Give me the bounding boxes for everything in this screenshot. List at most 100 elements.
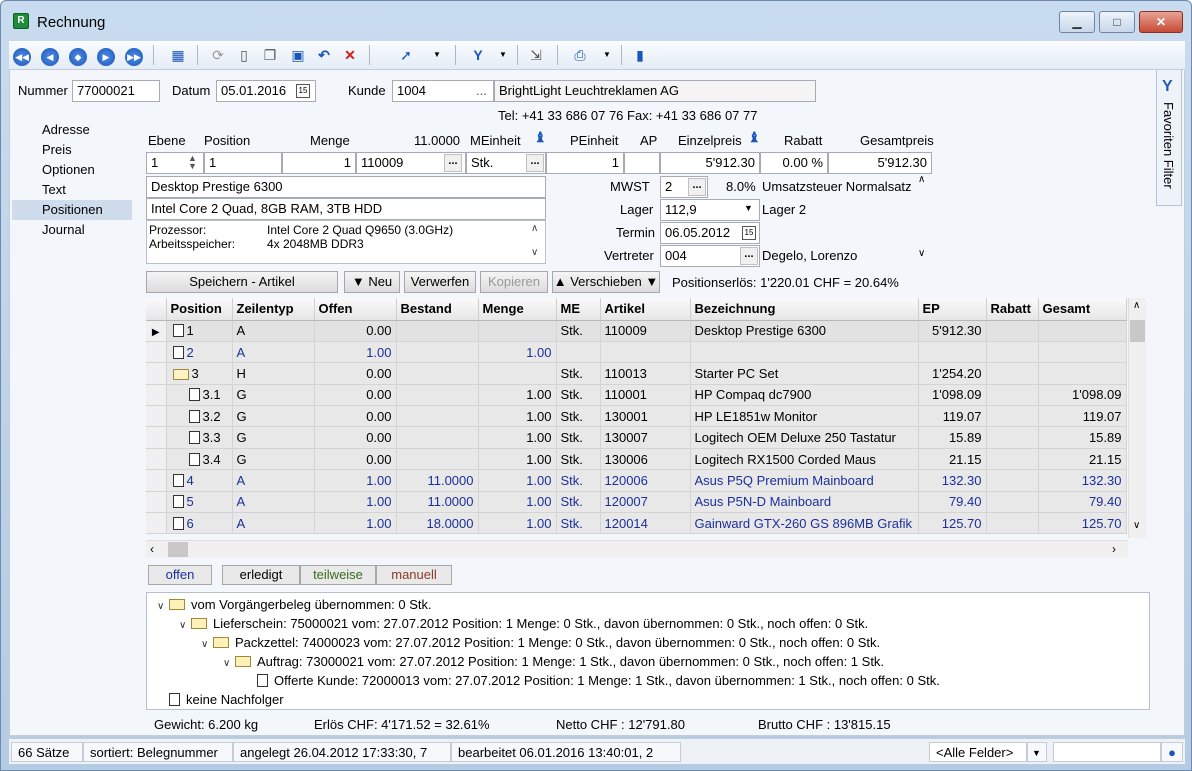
cell-me[interactable]: Stk. [556, 405, 601, 428]
col-position-header[interactable]: Position [166, 298, 233, 321]
artikel-lookup-button[interactable]: ... [444, 154, 462, 172]
cell-bezeichnung[interactable]: Gainward GTX-260 GS 896MB Grafik [690, 512, 919, 535]
table-row[interactable]: 3.2 G 0.00 1.00 Stk. 130001 HP LE1851w Monitor… [146, 405, 1127, 428]
search-input[interactable] [1053, 742, 1161, 762]
cell-zeilentyp[interactable]: G [232, 426, 315, 449]
cell-bezeichnung[interactable]: HP Compaq dc7900 [690, 384, 919, 407]
sidebar-item-adresse[interactable]: Adresse [12, 120, 132, 140]
previous-page-icon[interactable]: ◆ [67, 44, 89, 66]
cell-offen[interactable]: 0.00 [314, 384, 397, 407]
cell-bezeichnung[interactable]: Logitech OEM Deluxe 250 Tastatur [690, 426, 919, 449]
gesamtpreis-field[interactable]: 5'912.30 [828, 152, 932, 174]
cell-position[interactable]: 3.4 [166, 448, 233, 471]
cell-rabatt[interactable] [986, 491, 1039, 514]
cell-ep[interactable]: 1'098.09 [918, 384, 987, 407]
tab-manuell[interactable]: manuell [376, 565, 452, 585]
cell-me[interactable]: Stk. [556, 362, 601, 385]
cell-me[interactable]: Stk. [556, 320, 601, 342]
cell-position[interactable]: 6 [166, 512, 233, 535]
scroll-down-icon[interactable]: ∨ [1133, 520, 1140, 531]
cell-menge[interactable]: 1.00 [478, 384, 557, 407]
vertreter-lookup-button[interactable]: ... [740, 247, 758, 265]
cell-bestand[interactable] [396, 362, 479, 385]
grid-horizontal-scrollbar[interactable]: ‹ › [146, 540, 1128, 558]
expand-toggle-icon[interactable]: ∨ [179, 620, 191, 631]
row-selector[interactable] [146, 341, 167, 364]
specs-textarea[interactable]: Prozessor: Intel Core 2 Quad Q9650 (3.0G… [146, 220, 546, 264]
cell-offen[interactable]: 0.00 [314, 362, 397, 385]
cell-menge[interactable] [478, 320, 557, 342]
cell-rabatt[interactable] [986, 426, 1039, 449]
cell-artikel[interactable]: 130006 [600, 448, 691, 471]
tree-node[interactable]: Offerte Kunde: 72000013 vom: 27.07.2012 … [245, 673, 940, 688]
cell-rabatt[interactable] [986, 341, 1039, 364]
cell-ep[interactable] [918, 341, 987, 364]
scroll-up-icon[interactable]: ∧ [531, 223, 538, 234]
cell-bezeichnung[interactable]: Asus P5N-D Mainboard [690, 491, 919, 514]
tree-node[interactable]: ∨ Packzettel: 74000023 vom: 27.07.2012 Po… [201, 635, 880, 650]
chevron-down-icon[interactable]: ▼ [603, 44, 613, 66]
cell-me[interactable]: Stk. [556, 469, 601, 492]
save-icon[interactable]: ▣ [287, 44, 309, 66]
cell-rabatt[interactable] [986, 384, 1039, 407]
cell-position[interactable]: 3 [166, 362, 233, 385]
cell-rabatt[interactable] [986, 448, 1039, 471]
new-document-icon[interactable]: ▯ [233, 44, 255, 66]
tab-offen[interactable]: offen [148, 565, 212, 585]
cell-rabatt[interactable] [986, 405, 1039, 428]
cell-offen[interactable]: 0.00 [314, 448, 397, 471]
row-selector[interactable] [146, 405, 167, 428]
expand-toggle-icon[interactable]: ∨ [157, 601, 169, 612]
cell-menge[interactable]: 1.00 [478, 448, 557, 471]
cell-me[interactable]: Stk. [556, 491, 601, 514]
info-icon[interactable]: ♝ [748, 129, 761, 146]
field-filter-select[interactable]: <Alle Felder> [929, 742, 1027, 762]
previous-record-icon[interactable]: ◀ [39, 44, 61, 66]
cell-offen[interactable]: 0.00 [314, 426, 397, 449]
col-bestand-header[interactable]: Bestand [396, 298, 479, 321]
cell-rabatt[interactable] [986, 320, 1039, 342]
cell-position[interactable]: 1 [166, 320, 233, 342]
last-record-icon[interactable]: ▶▶ [123, 44, 145, 66]
cell-artikel[interactable]: 130007 [600, 426, 691, 449]
col-menge-header[interactable]: Menge [478, 298, 557, 321]
tab-teilweise[interactable]: teilweise [300, 565, 376, 585]
expand-toggle-icon[interactable]: ∨ [201, 639, 213, 650]
cell-offen[interactable]: 1.00 [314, 469, 397, 492]
ap-field[interactable] [624, 152, 660, 174]
table-row[interactable]: 4 A 1.00 11.0000 1.00 Stk. 120006 Asus P5Q Prem… [146, 469, 1127, 492]
refresh-icon[interactable]: ⟳ [207, 44, 229, 66]
sidebar-item-text[interactable]: Text [12, 180, 132, 200]
row-selector[interactable] [146, 426, 167, 449]
book-icon[interactable]: ▮ [629, 44, 651, 66]
col-offen-header[interactable]: Offen [314, 298, 397, 321]
grid-vertical-scrollbar[interactable]: ∧ ∨ [1128, 298, 1146, 538]
col-bezeichnung-header[interactable]: Bezeichnung [690, 298, 919, 321]
cell-position[interactable]: 2 [166, 341, 233, 364]
cell-ep[interactable]: 119.07 [918, 405, 987, 428]
cell-artikel[interactable]: 110009 [600, 320, 691, 342]
new-button[interactable]: ▼ Neu [344, 271, 400, 293]
cell-menge[interactable]: 1.00 [478, 512, 557, 535]
cell-gesamt[interactable]: 132.30 [1038, 469, 1127, 492]
cell-bestand[interactable] [396, 320, 479, 342]
cell-artikel[interactable]: 120014 [600, 512, 691, 535]
cell-gesamt[interactable]: 1'098.09 [1038, 384, 1127, 407]
undo-icon[interactable]: ↶ [313, 44, 335, 66]
cell-gesamt[interactable]: 79.40 [1038, 491, 1127, 514]
favorites-filter-tab[interactable]: Y Favoriten Filter [1156, 70, 1182, 206]
minimize-button[interactable]: ▁ [1059, 11, 1095, 33]
row-selector[interactable] [146, 384, 167, 407]
cell-bezeichnung[interactable] [690, 341, 919, 364]
cell-zeilentyp[interactable]: G [232, 448, 315, 471]
cell-bezeichnung[interactable]: Logitech RX1500 Corded Maus [690, 448, 919, 471]
export-icon[interactable]: ⇲ [525, 44, 547, 66]
cell-position[interactable]: 4 [166, 469, 233, 492]
print-icon[interactable]: ⎙ [569, 44, 591, 66]
cell-rabatt[interactable] [986, 362, 1039, 385]
cell-zeilentyp[interactable]: A [232, 320, 315, 342]
row-selector[interactable] [146, 491, 167, 514]
cell-bestand[interactable] [396, 426, 479, 449]
calendar-icon[interactable]: 15 [296, 84, 310, 98]
cell-bezeichnung[interactable]: Asus P5Q Premium Mainboard [690, 469, 919, 492]
